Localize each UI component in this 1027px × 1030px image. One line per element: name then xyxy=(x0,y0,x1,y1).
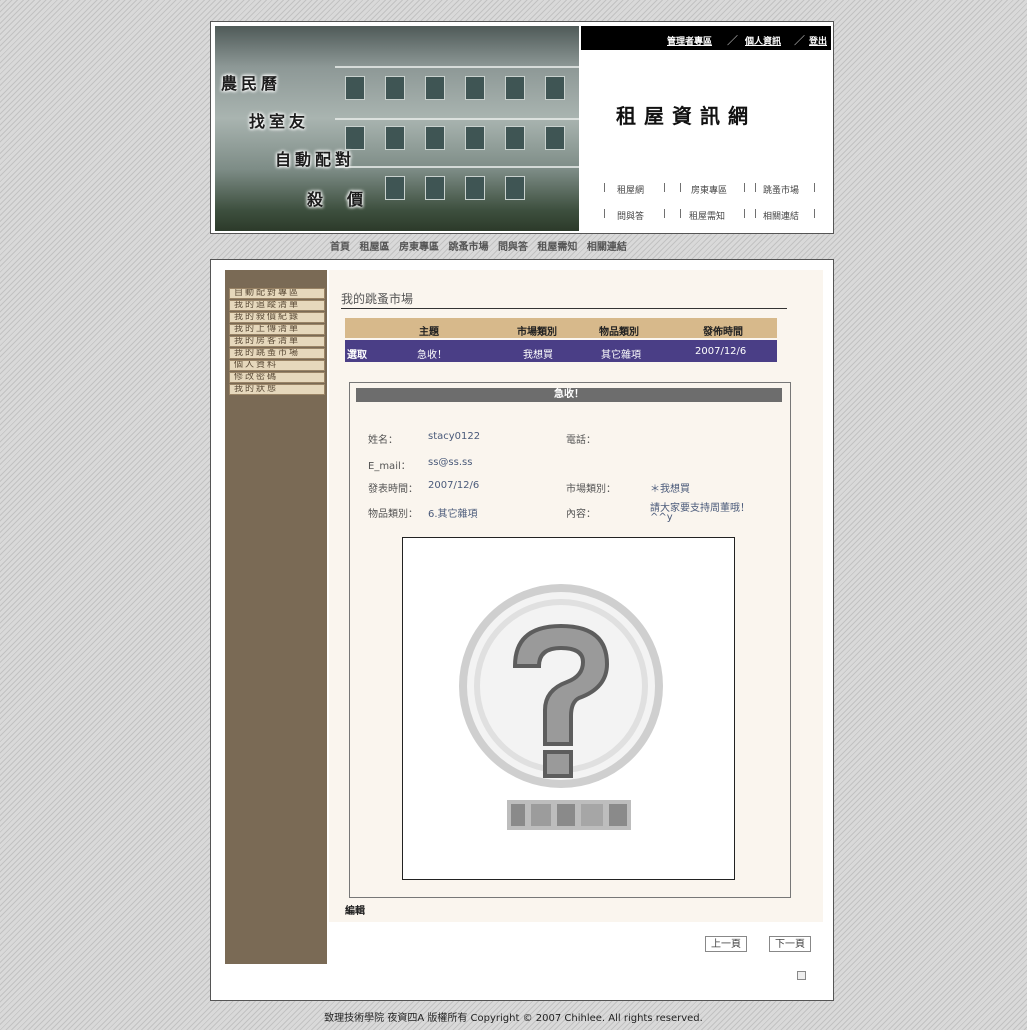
member-sidebar: 自動配對專區 我的追蹤清單 我的殺價紀錄 我的上傳清單 我的房客清單 我的跳蚤市… xyxy=(225,270,327,964)
col-subject: 主題 xyxy=(419,327,439,338)
subnav-flea-market[interactable]: 跳蚤市場 xyxy=(448,242,488,253)
nav-pipe: | xyxy=(813,209,817,219)
item-photo xyxy=(402,537,735,880)
nav-flea-market[interactable]: 跳蚤市場 xyxy=(763,183,799,196)
sidebar-item-watchlist[interactable]: 我的追蹤清單 xyxy=(229,300,325,311)
site-title: 租屋資訊網 xyxy=(616,104,756,128)
nav-pipe: | xyxy=(603,209,607,219)
nav-pipe: | xyxy=(813,183,817,193)
sidebar-item-bargain-log[interactable]: 我的殺價紀錄 xyxy=(229,312,325,323)
sidebar-item-profile[interactable]: 個人資料 xyxy=(229,360,325,371)
sub-navigation: 首頁 租屋區 房東專區 跳蚤市場 問與答 租屋需知 相關連結 xyxy=(330,238,627,253)
posted-label: 發表時間： xyxy=(368,484,418,495)
next-page-button[interactable]: 下一頁 xyxy=(769,936,811,952)
nav-rental-notes[interactable]: 租屋需知 xyxy=(689,209,725,222)
banner-link-auto-match[interactable]: 自動配對 xyxy=(275,146,355,170)
nav-pipe: | xyxy=(663,183,667,193)
nav-pipe: | xyxy=(603,183,607,193)
row-market-type: 我想買 xyxy=(523,350,553,361)
top-separator: ／ xyxy=(794,34,805,47)
row-subject: 急收！ xyxy=(417,350,447,361)
market-value: ＊我想買 xyxy=(650,484,690,495)
detail-title: 急收！ xyxy=(356,388,782,402)
admin-area-link[interactable]: 管理者專區 xyxy=(667,34,712,47)
item-detail-card: 急收！ 姓名： stacy0122 電話： E_mail： ss@ss.ss 發… xyxy=(349,382,791,898)
phone-label: 電話： xyxy=(566,435,596,446)
content-value-line2: ^^y xyxy=(650,512,673,523)
nav-pipe: | xyxy=(743,183,747,193)
category-label: 物品類別： xyxy=(368,509,418,520)
sidebar-item-status[interactable]: 我的狀態 xyxy=(229,384,325,395)
nav-pipe: | xyxy=(679,183,683,193)
logout-link[interactable]: 登出 xyxy=(809,34,827,47)
col-market-type: 市場類別 xyxy=(517,327,557,338)
nav-qa[interactable]: 問與答 xyxy=(617,209,644,222)
nav-landlord[interactable]: 房東專區 xyxy=(691,183,727,196)
subnav-home[interactable]: 首頁 xyxy=(330,242,350,253)
subnav-related-links[interactable]: 相關連結 xyxy=(587,242,627,253)
select-link[interactable]: 選取 xyxy=(347,346,367,361)
personal-info-link[interactable]: 個人資訊 xyxy=(745,34,781,47)
banner-link-find-roommate[interactable]: 找室友 xyxy=(249,108,309,132)
title-divider xyxy=(341,308,787,309)
corner-square-icon xyxy=(797,971,806,980)
main-frame: 自動配對專區 我的追蹤清單 我的殺價紀錄 我的上傳清單 我的房客清單 我的跳蚤市… xyxy=(210,259,834,1001)
site-header: 農民曆 找室友 自動配對 殺 價 管理者專區 ／ 個人資訊 ／ 登出 租屋資訊網… xyxy=(210,21,834,234)
email-label: E_mail： xyxy=(368,461,411,472)
subnav-qa[interactable]: 問與答 xyxy=(498,242,528,253)
col-item-type: 物品類別 xyxy=(599,327,639,338)
row-post-date: 2007/12/6 xyxy=(695,346,747,357)
page-title: 我的跳蚤市場 xyxy=(341,292,414,306)
nav-pipe: | xyxy=(679,209,683,219)
sidebar-item-tenants[interactable]: 我的房客清單 xyxy=(229,336,325,347)
subnav-rental-area[interactable]: 租屋區 xyxy=(359,242,389,253)
nav-pipe: | xyxy=(743,209,747,219)
header-banner-image: 農民曆 找室友 自動配對 殺 價 xyxy=(215,26,579,231)
content-label: 內容： xyxy=(566,509,596,520)
row-item-type: 其它雜項 xyxy=(601,350,641,361)
col-post-date: 發佈時間 xyxy=(703,327,743,338)
name-label: 姓名： xyxy=(368,435,398,446)
sidebar-item-flea-market[interactable]: 我的跳蚤市場 xyxy=(229,348,325,359)
subnav-rental-notes[interactable]: 租屋需知 xyxy=(537,242,577,253)
copyright-footer: 致理技術學院 夜資四A 版權所有 Copyright © 2007 Chihle… xyxy=(324,1013,703,1024)
nav-pipe: | xyxy=(754,209,758,219)
account-bar: 管理者專區 ／ 個人資訊 ／ 登出 xyxy=(581,26,831,50)
table-header: 主題 市場類別 物品類別 發佈時間 xyxy=(345,318,777,338)
sidebar-item-change-password[interactable]: 修改密碼 xyxy=(229,372,325,383)
edit-link[interactable]: 編輯 xyxy=(345,902,365,917)
category-value: 6.其它雜項 xyxy=(428,509,478,520)
sidebar-item-uploads[interactable]: 我的上傳清單 xyxy=(229,324,325,335)
nav-related-links[interactable]: 相關連結 xyxy=(763,209,799,222)
nav-pipe: | xyxy=(663,209,667,219)
nav-rental[interactable]: 租屋網 xyxy=(617,183,644,196)
table-row[interactable]: 選取 急收！ 我想買 其它雜項 2007/12/6 xyxy=(345,340,777,362)
subnav-landlord[interactable]: 房東專區 xyxy=(399,242,439,253)
banner-link-bargain[interactable]: 殺 價 xyxy=(307,186,367,210)
market-label: 市場類別： xyxy=(566,484,616,495)
email-value: ss@ss.ss xyxy=(428,457,473,468)
nav-pipe: | xyxy=(754,183,758,193)
top-separator: ／ xyxy=(727,34,738,47)
banner-link-almanac[interactable]: 農民曆 xyxy=(221,70,281,94)
prev-page-button[interactable]: 上一頁 xyxy=(705,936,747,952)
posted-value: 2007/12/6 xyxy=(428,480,480,491)
missing-image-icon xyxy=(459,584,663,830)
name-value: stacy0122 xyxy=(428,431,481,442)
sidebar-item-auto-match[interactable]: 自動配對專區 xyxy=(229,288,325,299)
content-panel: 我的跳蚤市場 主題 市場類別 物品類別 發佈時間 選取 急收！ 我想買 其它雜項… xyxy=(329,270,823,922)
